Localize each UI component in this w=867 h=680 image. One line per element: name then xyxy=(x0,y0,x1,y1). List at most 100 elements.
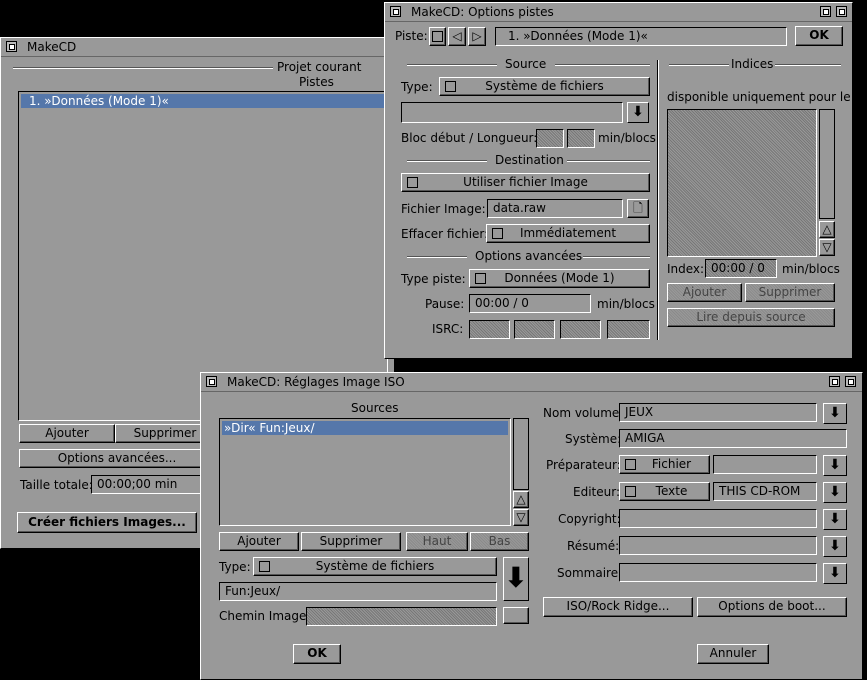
block-start-field[interactable] xyxy=(536,129,564,148)
arrow-down-icon: ▽ xyxy=(516,510,526,524)
iso-title: MakeCD: Réglages Image ISO xyxy=(227,375,405,389)
copyright-popup-button[interactable]: ⬇ xyxy=(823,509,847,530)
pause-label: Pause: xyxy=(425,297,465,311)
read-source-button[interactable]: Lire depuis source xyxy=(667,308,835,327)
summary-popup-button[interactable]: ⬇ xyxy=(823,563,847,584)
source-path-field[interactable] xyxy=(401,102,623,123)
isrc-field-1[interactable] xyxy=(469,320,510,339)
summary-label: Sommaire: xyxy=(557,566,623,580)
pause-input[interactable]: 00:00 / 0 xyxy=(469,294,591,313)
source-path-popup-button[interactable]: ⬇ xyxy=(627,102,649,123)
source-path-field[interactable]: Fun:Jeux/ xyxy=(219,582,497,601)
indices-scrollbar[interactable] xyxy=(819,109,835,219)
zoom-icon[interactable] xyxy=(829,376,840,387)
isrc-field-2[interactable] xyxy=(514,320,555,339)
indices-list[interactable] xyxy=(667,109,817,257)
remove-index-button[interactable]: Supprimer xyxy=(745,283,835,302)
close-icon[interactable] xyxy=(6,41,17,52)
arrow-up-icon: △ xyxy=(516,492,526,506)
sources-list[interactable]: »Dir« Fun:Jeux/ xyxy=(219,418,511,526)
ok-button[interactable]: OK xyxy=(293,644,341,664)
scroll-up-button[interactable]: △ xyxy=(819,221,835,238)
image-file-input[interactable]: data.raw xyxy=(487,199,623,218)
list-item[interactable]: 1. »Données (Mode 1)« xyxy=(21,94,385,108)
list-item[interactable]: »Dir« Fun:Jeux/ xyxy=(222,421,508,435)
arrow-left-icon: ◁ xyxy=(452,29,462,43)
sources-scrollbar[interactable] xyxy=(513,418,529,490)
iso-titlebar[interactable]: MakeCD: Réglages Image ISO xyxy=(201,373,862,392)
group-divider xyxy=(13,67,273,69)
move-down-button[interactable]: Bas xyxy=(470,532,529,551)
close-icon[interactable] xyxy=(390,6,401,17)
indices-note: disponible uniquement pour le xyxy=(667,90,851,104)
boot-options-button[interactable]: Options de boot... xyxy=(697,597,847,617)
arrow-down-icon: ⬇ xyxy=(829,484,841,500)
isrc-field-3[interactable] xyxy=(560,320,601,339)
system-label: Système: xyxy=(565,432,622,446)
copyright-input[interactable] xyxy=(619,509,817,528)
cycle-icon xyxy=(625,486,636,497)
delete-file-cycle[interactable]: Immédiatement xyxy=(486,224,650,243)
arrow-down-icon: ⬇ xyxy=(829,565,841,581)
prev-track-button[interactable]: ◁ xyxy=(448,27,466,46)
ok-button[interactable]: OK xyxy=(795,26,843,46)
move-up-button[interactable]: Haut xyxy=(406,532,468,551)
source-type-cycle[interactable]: Système de fichiers xyxy=(253,557,497,576)
cycle-icon xyxy=(432,31,443,42)
main-titlebar[interactable]: MakeCD xyxy=(1,38,394,57)
publisher-input[interactable]: THIS CD-ROM xyxy=(713,482,817,501)
image-path-field[interactable] xyxy=(306,607,497,626)
tracks-label: Pistes xyxy=(299,75,334,89)
destination-cycle[interactable]: Utiliser fichier Image xyxy=(401,173,650,192)
image-file-label: Fichier Image: xyxy=(401,202,486,216)
cancel-button[interactable]: Annuler xyxy=(697,644,769,664)
options-titlebar[interactable]: MakeCD: Options pistes xyxy=(385,3,852,22)
track-cycle-button[interactable] xyxy=(429,27,446,46)
isrc-field-4[interactable] xyxy=(607,320,650,339)
zoom-icon[interactable] xyxy=(820,6,831,17)
iso-rockridge-button[interactable]: ISO/Rock Ridge... xyxy=(543,597,693,617)
isrc-label: ISRC: xyxy=(432,322,464,336)
copyright-label: Copyright: xyxy=(558,512,621,526)
publisher-mode-cycle[interactable]: Texte xyxy=(619,482,710,501)
scroll-down-button[interactable]: ▽ xyxy=(819,239,835,256)
destination-group-title: Destination xyxy=(495,153,564,167)
depth-icon[interactable] xyxy=(845,376,856,387)
source-path-popup-button[interactable]: ⬇ xyxy=(503,557,529,601)
track-type-cycle[interactable]: Données (Mode 1) xyxy=(469,269,650,288)
block-length-field[interactable] xyxy=(567,129,595,148)
arrow-down-icon: ▽ xyxy=(822,240,832,254)
summary-input[interactable] xyxy=(619,563,817,582)
file-requester-button[interactable]: 🗋 xyxy=(627,199,649,218)
preparer-mode-cycle[interactable]: Fichier xyxy=(619,455,710,474)
total-size-label: Taille totale: xyxy=(20,478,93,492)
scroll-up-button[interactable]: △ xyxy=(513,491,529,508)
next-track-button[interactable]: ▷ xyxy=(468,27,486,46)
system-input[interactable]: AMIGA xyxy=(619,429,847,448)
arrow-down-icon: ⬇ xyxy=(829,457,841,473)
block-unit: min/blocs xyxy=(598,131,656,145)
scroll-down-button[interactable]: ▽ xyxy=(513,509,529,526)
volume-popup-button[interactable]: ⬇ xyxy=(823,403,847,424)
abstract-input[interactable] xyxy=(619,536,817,555)
add-index-button[interactable]: Ajouter xyxy=(667,283,742,302)
volume-name-input[interactable]: JEUX xyxy=(619,403,817,422)
publisher-popup-button[interactable]: ⬇ xyxy=(823,482,847,503)
preparer-popup-button[interactable]: ⬇ xyxy=(823,455,847,476)
preparer-input[interactable] xyxy=(713,455,817,474)
track-value: 1. »Données (Mode 1)« xyxy=(495,27,787,46)
arrow-down-icon: ⬇ xyxy=(829,538,841,554)
create-images-button[interactable]: Créer fichiers Images... xyxy=(17,512,197,533)
remove-source-button[interactable]: Supprimer xyxy=(301,532,401,551)
add-source-button[interactable]: Ajouter xyxy=(219,532,299,551)
index-field[interactable]: 00:00 / 0 xyxy=(705,259,777,278)
abstract-popup-button[interactable]: ⬇ xyxy=(823,536,847,557)
publisher-label: Editeur: xyxy=(573,485,620,499)
depth-icon[interactable] xyxy=(836,6,847,17)
image-path-file-button[interactable] xyxy=(503,607,529,624)
close-icon[interactable] xyxy=(206,376,217,387)
advanced-options-button[interactable]: Options avancées... xyxy=(19,449,215,468)
add-track-button[interactable]: Ajouter xyxy=(19,424,115,443)
track-type-label: Type piste: xyxy=(401,272,466,286)
source-type-cycle[interactable]: Système de fichiers xyxy=(439,77,650,96)
